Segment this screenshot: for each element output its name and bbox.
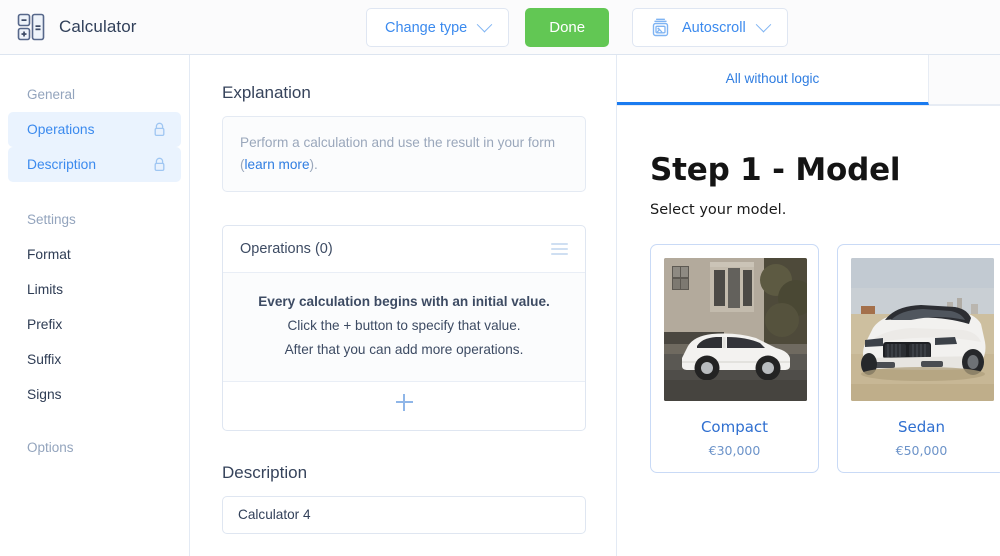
tab-all-without-logic[interactable]: All without logic [617,55,929,105]
explanation-box: Perform a calculation and use the result… [222,116,586,193]
autoscroll-label: Autoscroll [682,19,746,36]
sidebar-group-options: Options [27,440,74,455]
toolbar-actions: Change type Done [366,0,610,55]
explanation-text-after: ). [309,157,318,173]
product-card-compact[interactable]: Compact €30,000 [650,244,819,473]
page-subtitle: Select your model. [650,202,787,218]
product-name: Compact [700,418,769,436]
settings-sidebar: General Operations Description Settings … [0,55,190,556]
lock-icon [153,122,166,137]
sidebar-item-label: Signs [27,387,62,402]
sidebar-item-signs[interactable]: Signs [8,377,181,412]
sidebar-item-prefix[interactable]: Prefix [8,307,181,342]
sidebar-group-settings: Settings [27,212,76,227]
operations-empty-state: Every calculation begins with an initial… [223,273,585,382]
operations-count-label: Operations (0) [240,241,333,258]
sidebar-item-limits[interactable]: Limits [8,272,181,307]
sidebar-item-description[interactable]: Description [8,147,181,182]
list-menu-icon[interactable] [551,243,568,256]
workspace: General Operations Description Settings … [0,55,1000,556]
operations-hint-2: Click the + button to specify that value… [287,318,521,334]
sidebar-item-label: Description [27,157,97,172]
chevron-down-icon [755,16,771,33]
sidebar-item-operations[interactable]: Operations [8,112,181,147]
sidebar-item-format[interactable]: Format [8,237,181,272]
sedan-car-image [851,258,994,401]
tab-label: All without logic [725,71,820,86]
operations-card-header: Operations (0) [223,226,585,274]
brand: Calculator [0,12,137,42]
window-title: Calculator [59,17,137,36]
editor-column: Explanation Perform a calculation and us… [190,55,617,556]
product-name: Sedan [898,418,945,436]
sidebar-item-suffix[interactable]: Suffix [8,342,181,377]
calculator-icon [17,12,45,42]
sidebar-item-label: Suffix [27,352,62,367]
plus-icon [395,393,413,411]
sidebar-item-label: Limits [27,282,64,297]
learn-more-link[interactable]: learn more [245,157,310,172]
preview-content: Step 1 - Model Select your model. Compac… [617,106,1000,473]
top-toolbar: Calculator Change type Done Autoscroll [0,0,1000,55]
product-card-sedan[interactable]: Sedan €50,000 [837,244,1000,473]
product-price: €30,000 [708,443,761,458]
chevron-down-icon [476,16,493,33]
sidebar-item-label: Prefix [27,317,63,332]
explanation-title: Explanation [222,83,311,102]
sidebar-group-general: General [27,87,76,102]
description-title: Description [222,462,308,482]
sidebar-item-label: Format [27,247,71,262]
sidebar-item-label: Operations [27,122,95,137]
operations-card: Operations (0) Every calculation begins … [222,225,586,431]
product-card-list: Compact €30,000 Sedan €50,000 [650,244,1000,473]
preview-tabbar: All without logic [617,55,1000,106]
change-type-button[interactable]: Change type [366,8,510,47]
lock-icon [153,157,166,172]
calculator-editor-window: Calculator Change type Done Autoscroll G… [0,0,1000,556]
compact-car-image [664,258,807,401]
product-price: €50,000 [895,443,948,458]
page-title: Step 1 - Model [650,152,901,188]
tabbar-filler [929,55,1000,105]
done-button[interactable]: Done [525,8,610,47]
preview-toolbar: Autoscroll [632,0,788,55]
change-type-label: Change type [385,19,468,36]
add-operation-button[interactable] [223,382,585,430]
autoscroll-icon [651,18,670,37]
operations-hint-3: After that you can add more operations. [284,342,524,358]
operations-hint-1: Every calculation begins with an initial… [258,294,550,310]
form-preview-panel: All without logic Step 1 - Model Select … [617,55,1000,556]
description-input[interactable] [222,495,586,534]
autoscroll-button[interactable]: Autoscroll [632,8,788,47]
